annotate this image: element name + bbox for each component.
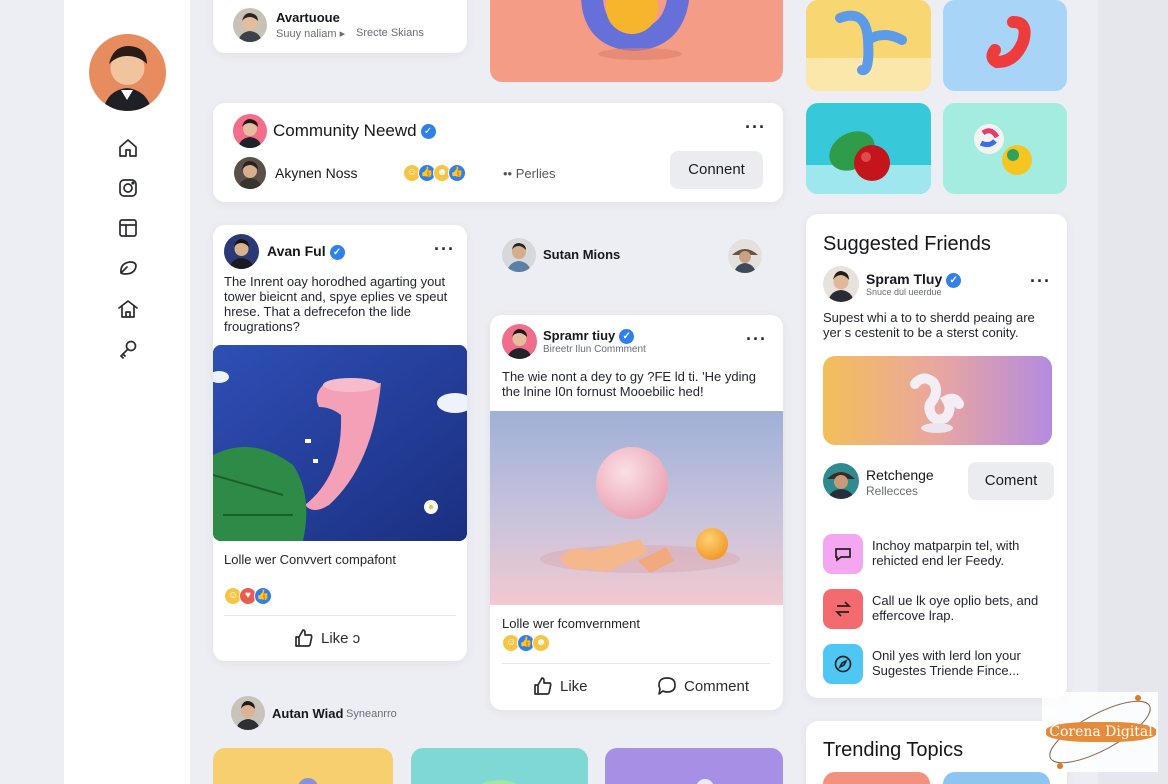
bottom-user-name[interactable]: Autan Wiad	[272, 706, 343, 721]
post-author-name[interactable]: Spramr tiuy ✓	[543, 328, 635, 345]
verified-badge-icon: ✓	[420, 124, 436, 140]
friend-name-text: Spram Tluy	[866, 271, 943, 287]
watermark-text: Corena Digital	[1046, 722, 1156, 742]
community-title-text: Community Neewd	[273, 121, 417, 140]
mint-art-tile[interactable]	[943, 103, 1067, 194]
house-icon[interactable]	[116, 297, 140, 321]
home-icon[interactable]	[116, 136, 140, 160]
trending-tile[interactable]	[943, 772, 1050, 784]
watermark-logo: Corena Digital	[1042, 692, 1158, 772]
friend-art-image[interactable]	[823, 356, 1052, 445]
friend-name[interactable]: Spram Tluy ✓	[866, 271, 962, 288]
comment-bubble-icon	[658, 677, 676, 695]
yellow-preview-tile[interactable]	[213, 748, 393, 784]
key-icon[interactable]	[116, 337, 140, 361]
yellow-art-tile[interactable]	[806, 0, 931, 91]
laugh-reaction-icon: ☻	[532, 634, 550, 652]
suggested-friends-heading: Suggested Friends	[823, 233, 991, 255]
browser-window-icon[interactable]	[116, 216, 140, 240]
friend-avatar[interactable]	[823, 266, 859, 302]
swap-icon[interactable]	[823, 589, 863, 629]
story-author-meta: Suuy naliam ▸	[276, 28, 346, 40]
thumbs-up-icon	[534, 677, 552, 695]
reaction-icons[interactable]: ☺ 👍 ☻	[502, 634, 550, 654]
like-button[interactable]: Like	[533, 676, 588, 696]
post-author-avatar[interactable]	[224, 234, 259, 269]
member-name[interactable]: Akynen Noss	[275, 165, 357, 181]
tip-text: Inchoy matparpin tel, with rehicted end …	[872, 538, 1020, 568]
divider	[502, 663, 770, 664]
instagram-icon[interactable]	[116, 176, 140, 200]
tip-text: Call ue lk oye oplio bets, and effercove…	[872, 593, 1039, 623]
friend-meta: Snuce dul ueerdue	[866, 287, 942, 297]
story-user-name[interactable]: Sutan Mions	[543, 247, 620, 262]
verified-badge-icon: ✓	[619, 329, 635, 345]
post-author-name[interactable]: Avan Ful ✓	[267, 243, 345, 260]
bottom-user-meta: Syneanrro	[346, 708, 397, 720]
more-options-icon[interactable]: ···	[746, 330, 767, 348]
teal-preview-tile[interactable]	[411, 748, 588, 784]
chat-icon[interactable]	[823, 534, 863, 574]
right-gutter	[1098, 0, 1168, 784]
story-author-name[interactable]: Avartuoue	[276, 10, 340, 25]
post-caption: Lolle wer Convvert compafont	[224, 552, 396, 567]
member-avatar[interactable]	[234, 157, 266, 189]
suggested-text: Supest whi a to to sherdd peaing are yer…	[823, 310, 1035, 340]
avatar[interactable]	[233, 8, 267, 42]
second-friend-avatar[interactable]	[823, 463, 859, 499]
like-label: Like ɔ	[321, 629, 361, 647]
bottom-user-avatar[interactable]	[231, 696, 265, 730]
divider	[224, 615, 456, 616]
sidebar	[64, 0, 190, 784]
comment-label: Comment	[684, 677, 750, 695]
post-image-pink-sphere[interactable]	[490, 411, 783, 605]
like-label: Like	[560, 677, 588, 695]
coral-art-image[interactable]	[490, 0, 783, 82]
story-user-avatar[interactable]	[502, 238, 536, 272]
like-reaction-icon: 👍	[254, 587, 272, 605]
like-reaction-icon: 👍	[448, 164, 466, 182]
second-friend-name[interactable]: Retchenge	[866, 467, 934, 483]
reaction-icons[interactable]: ☺ 👍 ☻ 👍	[403, 164, 466, 184]
post-caption: Lolle wer fcomvernment	[502, 616, 640, 631]
second-friend-meta: Rellecces	[866, 484, 919, 498]
community-avatar[interactable]	[233, 114, 267, 148]
post-body-text: The wie nont a dey to gy ?FE ld ti. 'He …	[502, 369, 756, 399]
post-author-name-text: Avan Ful	[267, 243, 326, 259]
more-options-icon[interactable]: ···	[745, 118, 766, 136]
comment-button[interactable]: Coment	[968, 462, 1054, 500]
profile-avatar[interactable]	[89, 34, 166, 111]
reaction-icons[interactable]: ☺ ♥ 👍	[224, 587, 272, 607]
trending-tile[interactable]	[823, 772, 930, 784]
purple-preview-tile[interactable]	[605, 748, 783, 784]
post-author-meta: Bireetr Ilun Commment	[543, 344, 646, 355]
post-author-avatar[interactable]	[502, 324, 537, 359]
more-options-icon[interactable]: ···	[1030, 272, 1051, 290]
tip-text: Onil yes with lerd lon your Sugestes Tri…	[872, 648, 1021, 678]
verified-badge-icon: ✓	[329, 244, 345, 260]
teal-art-tile[interactable]	[806, 103, 931, 194]
post-body-text: The Inrent oay horodhed agarting yout to…	[224, 274, 448, 334]
community-title[interactable]: Community Neewd ✓	[273, 121, 436, 141]
thumbs-up-icon	[295, 629, 313, 647]
post-image-pink-horn[interactable]	[213, 345, 467, 541]
story-user-avatar-2[interactable]	[728, 239, 762, 273]
comment-button[interactable]: Comment	[657, 676, 749, 696]
story-author-meta-2: Srecte Skians	[356, 27, 424, 39]
post-author-name-text: Spramr tiuy	[543, 328, 616, 343]
leaf-icon[interactable]	[116, 256, 140, 280]
more-options-icon[interactable]: ···	[434, 240, 455, 258]
like-button[interactable]: Like ɔ	[294, 628, 360, 648]
peers-label[interactable]: •• Perlies	[503, 166, 555, 181]
blue-art-tile[interactable]	[943, 0, 1067, 91]
trending-topics-heading: Trending Topics	[823, 739, 964, 761]
verified-badge-icon: ✓	[946, 272, 962, 288]
compass-icon[interactable]	[823, 644, 863, 684]
connect-button[interactable]: Connent	[670, 151, 763, 189]
